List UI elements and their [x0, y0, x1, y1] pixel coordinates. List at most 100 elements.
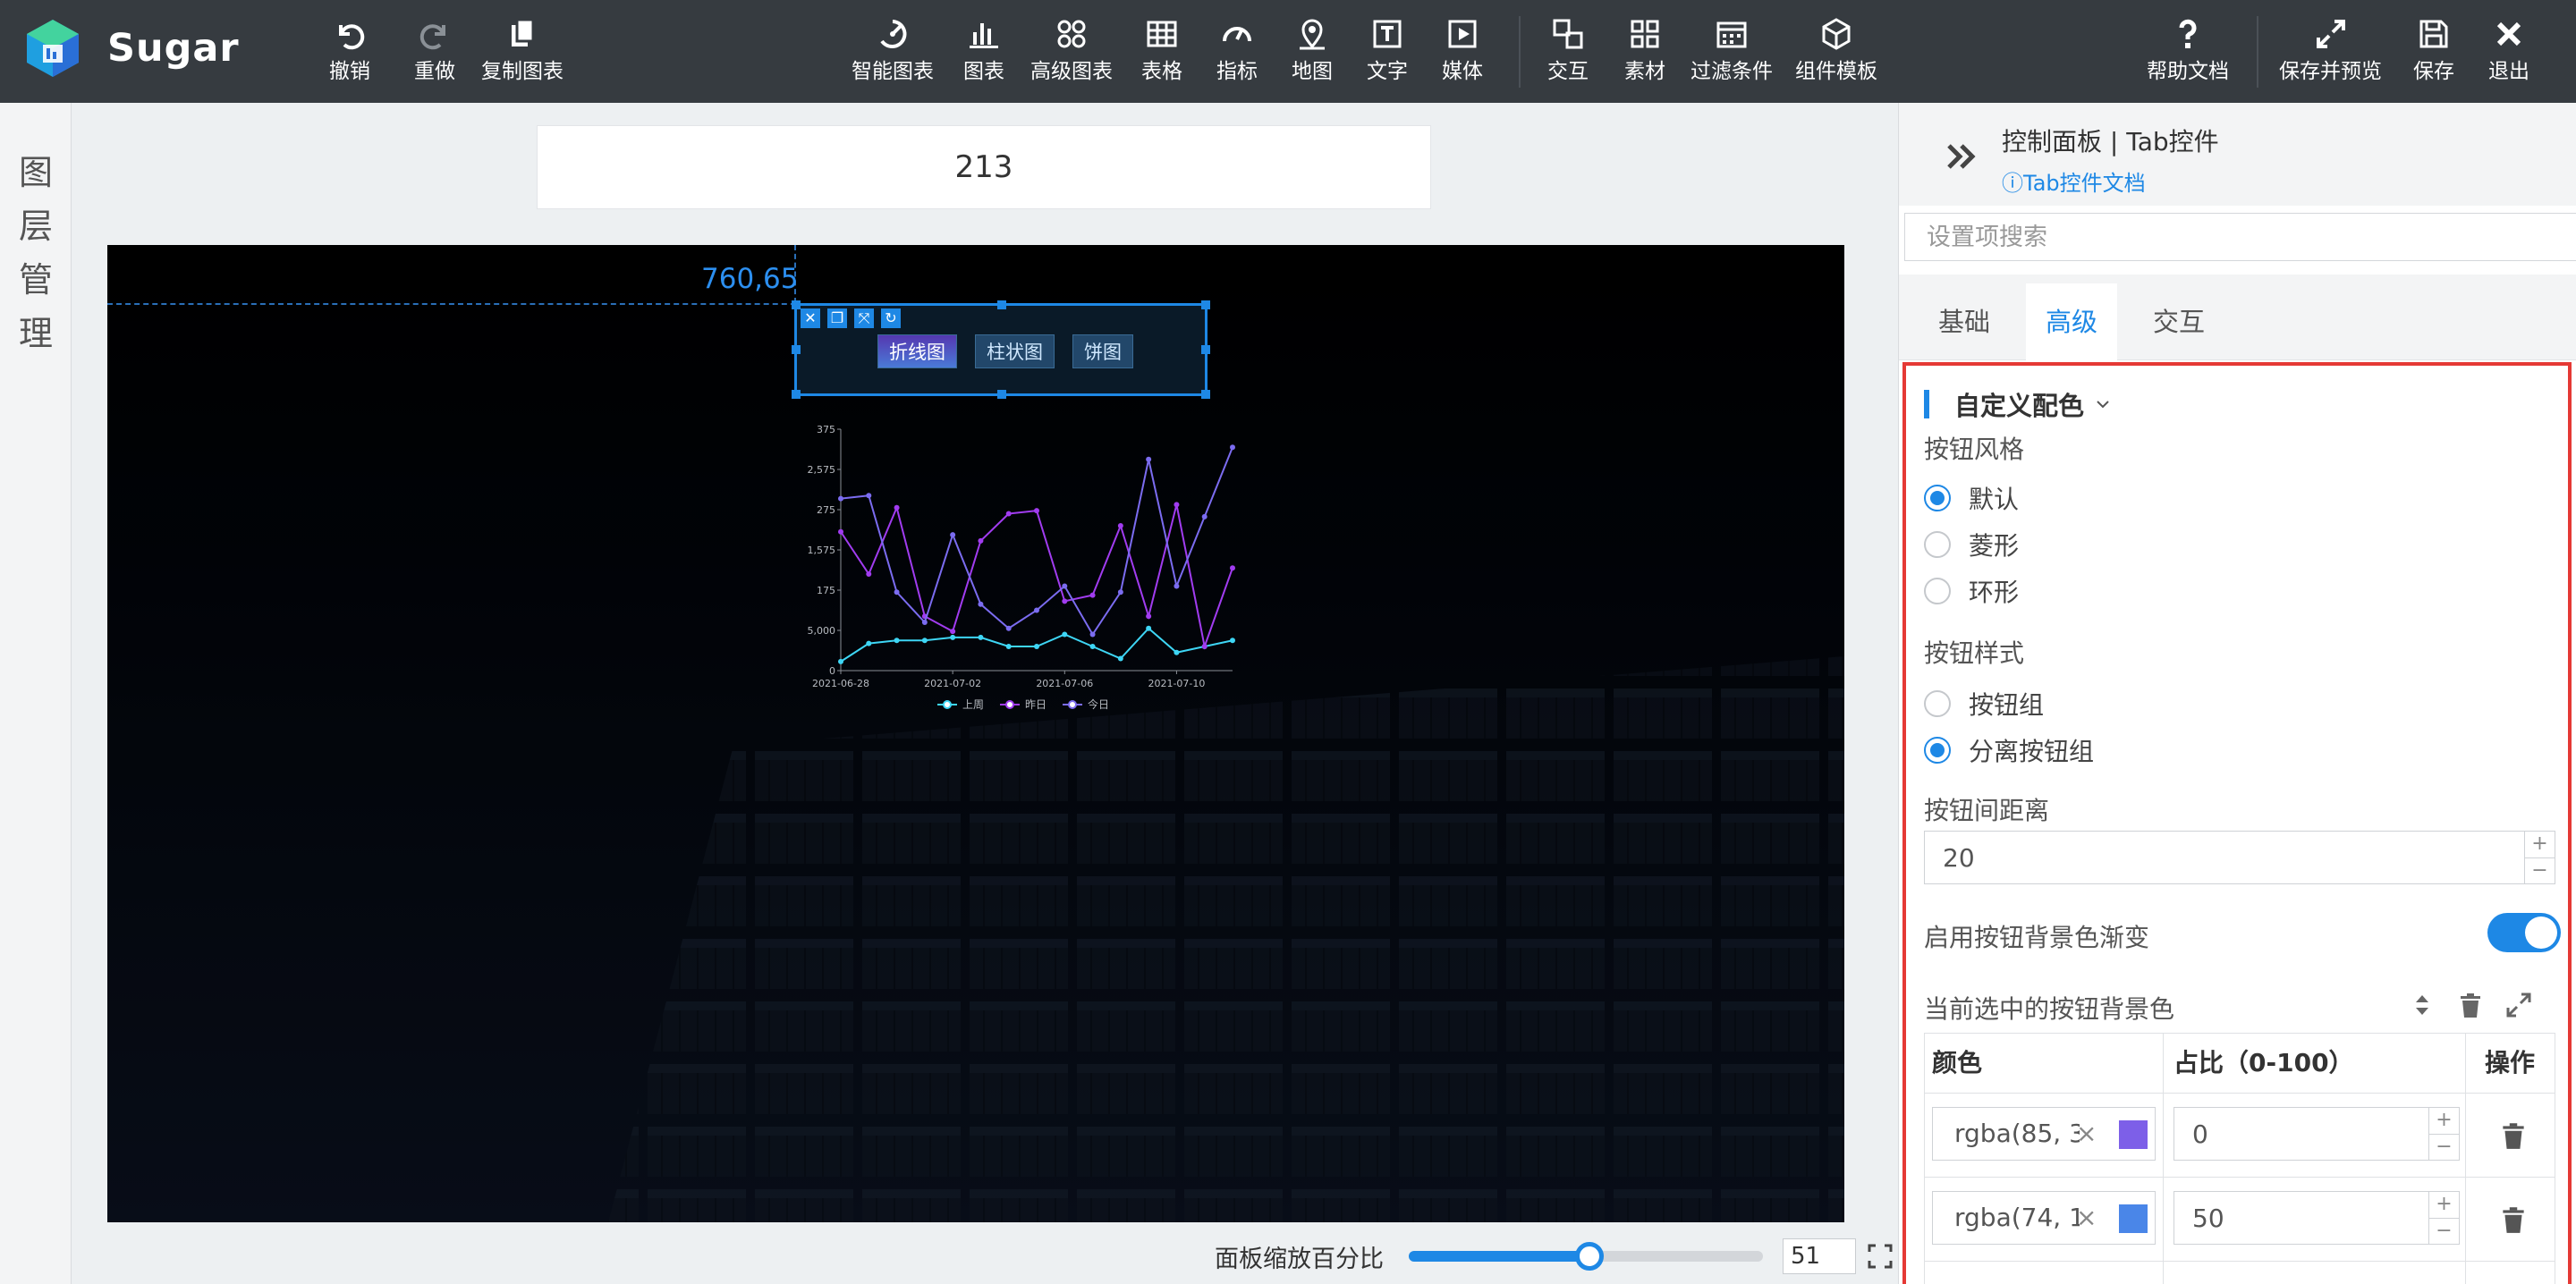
material-button[interactable]: 素材: [1624, 14, 1665, 91]
expand-editor-icon[interactable]: [2504, 990, 2534, 1020]
radio-style-ring[interactable]: 环形: [1924, 573, 2019, 609]
map-button[interactable]: 地图: [1292, 14, 1333, 91]
tab-button-line[interactable]: 折线图: [877, 334, 957, 368]
indicator-button[interactable]: 指标: [1216, 14, 1258, 91]
radio-type-group[interactable]: 按钮组: [1924, 686, 2044, 722]
delete-row-icon[interactable]: [2497, 1119, 2529, 1152]
data-point: [838, 495, 843, 502]
ratio-value[interactable]: [2174, 1108, 2419, 1160]
resize-handle[interactable]: [997, 390, 1006, 399]
clear-icon[interactable]: ×: [2076, 1192, 2097, 1244]
decrement-icon[interactable]: −: [2525, 857, 2555, 884]
tab-doc-link[interactable]: ⓘTab控件文档: [2002, 165, 2146, 197]
resize-handle[interactable]: [1201, 390, 1210, 399]
delete-row-icon[interactable]: [2497, 1204, 2529, 1236]
table-icon: [1147, 21, 1177, 47]
filter-button[interactable]: 过滤条件: [1690, 14, 1773, 91]
exit-button[interactable]: 退出: [2488, 14, 2529, 91]
button-type-label: 按钮样式: [1924, 638, 2025, 668]
canvas-top-value-box[interactable]: 213: [537, 125, 1431, 209]
zoom-value-input[interactable]: [1783, 1238, 1856, 1274]
zoom-slider[interactable]: [1409, 1242, 1763, 1271]
redo-label: 重做: [414, 60, 455, 83]
help-doc-label: 帮助文档: [2147, 60, 2229, 83]
increment-icon[interactable]: +: [2429, 1108, 2459, 1134]
media-button[interactable]: 媒体: [1442, 14, 1483, 91]
button-spacing-value[interactable]: [1925, 832, 2515, 883]
tab-interaction[interactable]: 交互: [2133, 283, 2224, 360]
save-button[interactable]: 保存: [2413, 14, 2454, 91]
collapse-panel-icon[interactable]: [1942, 137, 1981, 176]
data-point: [1201, 644, 1208, 649]
resize-handle[interactable]: [792, 390, 801, 399]
ratio-value[interactable]: [2174, 1192, 2419, 1244]
fullscreen-icon[interactable]: [1867, 1243, 1894, 1270]
tab-widget-selected[interactable]: ✕ ❐ ⤧ ↻ 折线图 柱状图 饼图: [792, 300, 1210, 399]
help-doc-button[interactable]: 帮助文档: [2147, 14, 2229, 91]
dashboard-canvas[interactable]: 760,65 ✕ ❐ ⤧ ↻ 折线图 柱状图 饼图 0 5,000 175 1,575…: [107, 245, 1844, 1222]
table-button[interactable]: 表格: [1141, 14, 1182, 91]
copy-widget-icon[interactable]: ❐: [827, 308, 847, 328]
decrement-icon[interactable]: −: [2429, 1133, 2459, 1161]
color-swatch[interactable]: [2119, 1204, 2148, 1233]
tab-button-bar[interactable]: 柱状图: [975, 334, 1055, 368]
fullscreen-widget-icon[interactable]: ⤧: [854, 308, 874, 328]
widget-toolbar: ✕ ❐ ⤧ ↻: [797, 306, 904, 331]
radio-style-diamond[interactable]: 菱形: [1924, 527, 2019, 562]
data-point: [1117, 655, 1123, 662]
radio-label: 默认: [1969, 485, 2020, 514]
data-point: [1230, 444, 1235, 451]
number-stepper: + −: [2428, 1192, 2459, 1244]
zoom-slider-handle[interactable]: [1574, 1242, 1604, 1271]
advanced-chart-label: 高级图表: [1030, 60, 1113, 83]
gradient-toggle-label: 启用按钮背景色渐变: [1924, 923, 2150, 952]
redo-button[interactable]: 重做: [414, 14, 455, 91]
interaction-label: 交互: [1547, 60, 1589, 83]
ratio-input[interactable]: +−: [2174, 1191, 2460, 1245]
ratio-input[interactable]: +−: [2174, 1107, 2460, 1161]
tab-button-pie[interactable]: 饼图: [1072, 334, 1133, 368]
interaction-button[interactable]: 交互: [1547, 14, 1589, 91]
tab-basic[interactable]: 基础: [1919, 283, 2010, 360]
button-spacing-input[interactable]: +−: [1924, 831, 2555, 884]
color-swatch[interactable]: [2119, 1120, 2148, 1149]
decrement-icon[interactable]: −: [2429, 1217, 2459, 1245]
increment-icon[interactable]: +: [2525, 832, 2555, 857]
copy-chart-button[interactable]: 复制图表: [481, 14, 564, 91]
resize-handle[interactable]: [1201, 345, 1210, 354]
gradient-toggle-switch[interactable]: [2487, 913, 2561, 952]
tab-advanced[interactable]: 高级: [2026, 283, 2118, 360]
resize-handle[interactable]: [792, 345, 801, 354]
clear-icon[interactable]: ×: [2076, 1108, 2097, 1160]
color-input[interactable]: rgba(74, 1 ×: [1932, 1191, 2156, 1245]
trash-icon[interactable]: [2455, 990, 2486, 1020]
line-chart[interactable]: 0 5,000 175 1,575 275 2,575 375 2021-06-28 2021-…: [794, 411, 1241, 742]
chart-button[interactable]: 图表: [963, 14, 1004, 91]
zoom-label: 面板缩放百分比: [1215, 1245, 1384, 1273]
radio-type-separate-group[interactable]: 分离按钮组: [1924, 732, 2094, 768]
smart-chart-button[interactable]: 智能图表: [852, 14, 934, 91]
refresh-widget-icon[interactable]: ↻: [881, 308, 901, 328]
resize-handle[interactable]: [1201, 300, 1210, 309]
app-name: Sugar: [107, 26, 240, 71]
radio-style-default[interactable]: 默认: [1924, 480, 2019, 516]
radio-dot: [1924, 531, 1951, 558]
settings-search-input[interactable]: [1904, 213, 2576, 261]
text-button[interactable]: 文字: [1367, 14, 1408, 91]
template-button[interactable]: 组件模板: [1795, 14, 1877, 91]
radio-dot: [1924, 690, 1951, 717]
save-preview-button[interactable]: 保存并预览: [2279, 14, 2382, 91]
advanced-chart-button[interactable]: 高级图表: [1030, 14, 1113, 91]
undo-button[interactable]: 撤销: [329, 14, 370, 91]
layer-management-tab[interactable]: 图层管理: [0, 103, 72, 1284]
increment-icon[interactable]: +: [2429, 1192, 2459, 1218]
custom-color-section-header[interactable]: 自定义配色: [1924, 385, 2111, 423]
series-line-2: [840, 446, 1233, 637]
y-tick-label: 375: [817, 424, 835, 435]
delete-widget-icon[interactable]: ✕: [801, 308, 820, 328]
data-point: [1034, 644, 1039, 649]
radio-dot: [1924, 485, 1951, 511]
sort-icon[interactable]: [2407, 990, 2437, 1020]
resize-handle[interactable]: [997, 300, 1006, 309]
color-input[interactable]: rgba(85, 3 ×: [1932, 1107, 2156, 1161]
